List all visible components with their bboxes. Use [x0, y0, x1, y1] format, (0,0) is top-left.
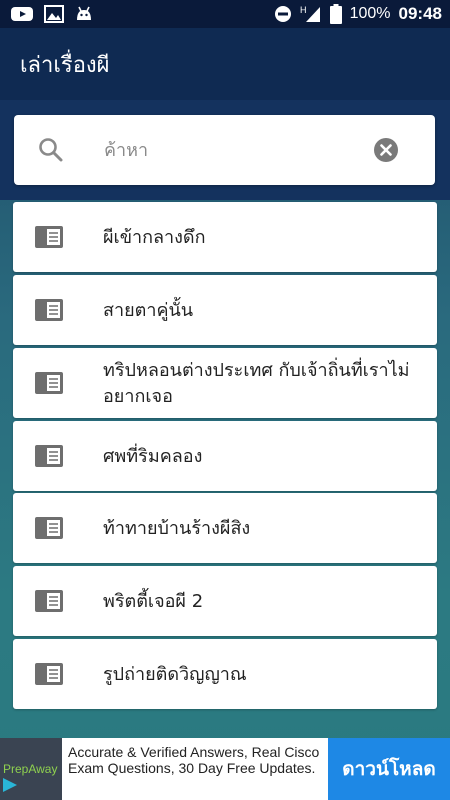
search-box	[14, 115, 435, 185]
clock: 09:48	[398, 4, 442, 23]
search-input[interactable]	[104, 135, 364, 165]
ad-logo: PrepAway	[0, 738, 62, 800]
article-icon	[35, 663, 63, 689]
article-icon	[35, 590, 63, 616]
page-title: เล่าเรื่องผี	[20, 52, 110, 78]
article-icon	[35, 372, 63, 398]
story-title: รูปถ่ายติดวิญญาณ	[103, 664, 247, 685]
story-title: ผีเข้ากลางดึก	[103, 227, 206, 248]
story-title: ท้าทายบ้านร้างผีสิง	[103, 518, 251, 539]
article-icon	[35, 299, 63, 325]
list-item[interactable]: ผีเข้ากลางดึก	[13, 202, 437, 272]
clear-icon[interactable]	[373, 137, 399, 167]
article-icon	[35, 226, 63, 252]
story-title: ศพที่ริมคลอง	[103, 446, 203, 467]
signal-icon: H	[300, 5, 322, 23]
status-bar: H 100% 09:48	[0, 0, 450, 28]
image-icon	[44, 5, 64, 23]
story-title: พริตตี้เจอผี 2	[103, 591, 204, 612]
play-triangle-icon	[3, 777, 17, 796]
story-title: สายตาคู่นั้น	[103, 300, 194, 321]
ad-brand: PrepAway	[3, 762, 58, 776]
download-button[interactable]: ดาวน์โหลด	[328, 738, 450, 800]
android-icon	[74, 5, 94, 23]
ad-banner[interactable]: PrepAway Accurate & Verified Answers, Re…	[0, 738, 450, 800]
list-item[interactable]: ศพที่ริมคลอง	[13, 421, 437, 491]
search-area	[0, 100, 450, 200]
list-item[interactable]: รูปถ่ายติดวิญญาณ	[13, 639, 437, 709]
svg-text:H: H	[300, 5, 307, 15]
ad-text: Accurate & Verified Answers, Real Cisco …	[68, 744, 320, 776]
article-icon	[35, 445, 63, 471]
list-item[interactable]: ท้าทายบ้านร้างผีสิง	[13, 493, 437, 563]
battery-icon	[329, 4, 342, 24]
app-bar: เล่าเรื่องผี	[0, 28, 450, 100]
article-icon	[35, 517, 63, 543]
search-icon[interactable]	[38, 137, 64, 167]
battery-level: 100%	[349, 5, 391, 22]
list-item[interactable]: สายตาคู่นั้น	[13, 275, 437, 345]
story-title: ทริปหลอนต่างประเทศ กับเจ้าถิ่นที่เราไม่อ…	[103, 360, 410, 407]
list-item[interactable]: พริตตี้เจอผี 2	[13, 566, 437, 636]
do-not-disturb-icon	[274, 5, 292, 23]
youtube-icon	[10, 5, 34, 23]
list-item[interactable]: ทริปหลอนต่างประเทศ กับเจ้าถิ่นที่เราไม่อ…	[13, 348, 437, 418]
